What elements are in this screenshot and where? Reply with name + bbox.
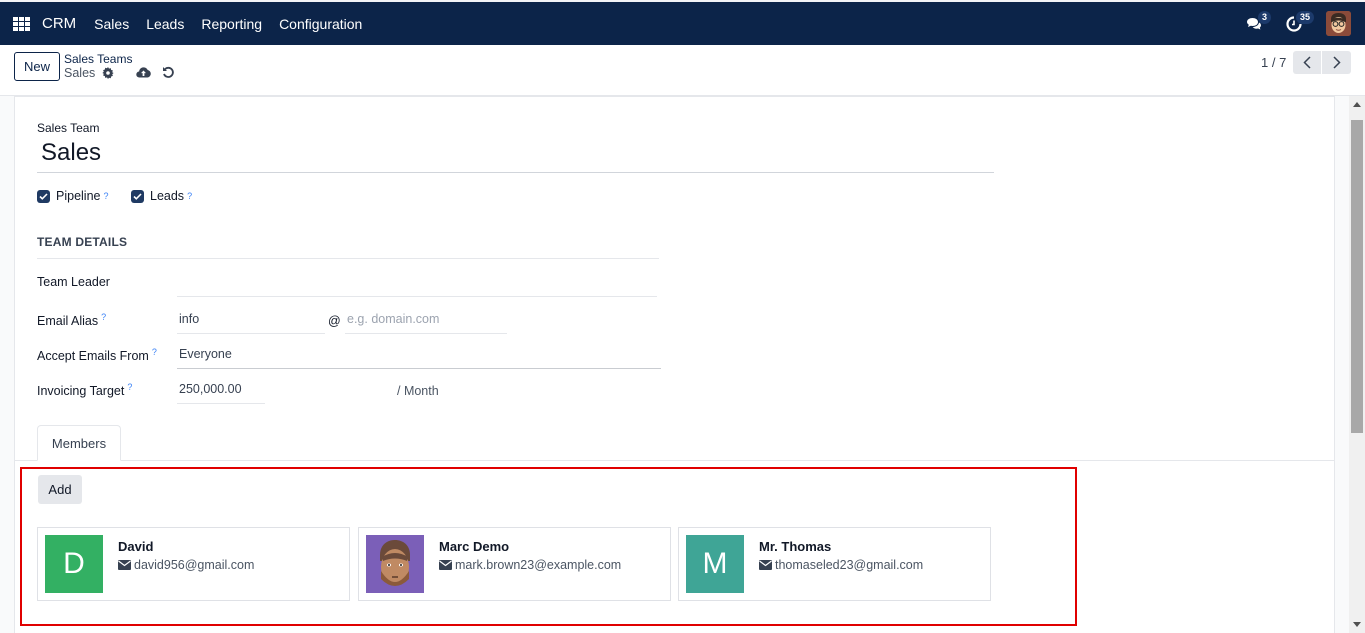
at-sign: @ (328, 314, 341, 328)
scroll-down-arrow-icon[interactable] (1353, 622, 1361, 627)
activities-badge: 35 (1296, 10, 1315, 24)
checkbox-checked-icon (37, 189, 50, 203)
add-member-button[interactable]: Add (38, 475, 82, 504)
member-name: Mr. Thomas (759, 539, 832, 554)
breadcrumb-parent[interactable]: Sales Teams (64, 52, 132, 66)
messages-badge: 3 (1258, 10, 1272, 24)
gear-icon[interactable] (102, 67, 114, 79)
envelope-icon (759, 560, 772, 570)
pipeline-label: Pipeline (56, 189, 101, 203)
pager-value[interactable]: 1 / 7 (1261, 55, 1286, 70)
vertical-scrollbar[interactable] (1349, 96, 1365, 633)
team-name-input[interactable]: Sales (37, 139, 994, 173)
team-leader-input[interactable] (177, 275, 657, 297)
pipeline-checkbox[interactable]: Pipeline? (37, 189, 109, 203)
leads-label: Leads (150, 189, 185, 203)
member-name: Marc Demo (439, 539, 510, 554)
menu-reporting[interactable]: Reporting (201, 16, 262, 32)
alias-domain-input[interactable]: e.g. domain.com (345, 312, 507, 334)
undo-icon[interactable] (162, 66, 175, 79)
help-tooltip-icon[interactable]: ? (101, 312, 106, 322)
tab-divider (15, 460, 1334, 461)
messages-button[interactable]: 3 (1246, 10, 1272, 35)
invoicing-target-label: Invoicing Target? (37, 382, 132, 398)
member-avatar: M (686, 535, 744, 593)
email-alias-label: Email Alias? (37, 312, 106, 328)
member-email: mark.brown23@example.com (439, 558, 621, 572)
team-details-section-title: TEAM DETAILS (37, 235, 659, 259)
envelope-icon (439, 560, 452, 570)
chevron-left-icon (1303, 56, 1311, 69)
accept-emails-select[interactable]: Everyone (177, 347, 661, 369)
top-navbar: CRM Sales Leads Reporting Configuration … (0, 0, 1365, 45)
name-field-label: Sales Team (37, 121, 100, 135)
help-tooltip-icon[interactable]: ? (187, 191, 192, 201)
menu-leads[interactable]: Leads (146, 16, 184, 32)
member-avatar-photo (366, 535, 424, 593)
apps-grid-icon[interactable] (13, 16, 30, 31)
help-tooltip-icon[interactable]: ? (152, 347, 157, 357)
member-email-text: mark.brown23@example.com (455, 558, 622, 572)
breadcrumb-current-label: Sales (64, 66, 96, 80)
accept-emails-label: Accept Emails From? (37, 347, 157, 363)
email-alias-input[interactable]: info (177, 312, 325, 334)
invoicing-target-label-text: Invoicing Target (37, 384, 125, 399)
invoicing-target-input[interactable]: 250,000.00 (177, 382, 265, 404)
email-alias-label-text: Email Alias (37, 314, 99, 329)
scroll-thumb[interactable] (1351, 120, 1363, 433)
control-panel: New Sales Teams Sales 1 / 7 (0, 45, 1365, 96)
tab-members[interactable]: Members (37, 425, 121, 461)
member-email: david956@gmail.com (118, 558, 254, 572)
user-avatar[interactable] (1326, 11, 1351, 36)
member-card[interactable]: Marc Demo mark.brown23@example.com (358, 527, 671, 601)
invoicing-target-suffix: / Month (397, 384, 439, 398)
scroll-up-arrow-icon[interactable] (1353, 102, 1361, 107)
accept-emails-label-text: Accept Emails From (37, 349, 149, 364)
breadcrumb-current: Sales (64, 66, 114, 80)
menu-configuration[interactable]: Configuration (279, 16, 362, 32)
pager-next-button[interactable] (1322, 51, 1351, 74)
cloud-upload-icon[interactable] (136, 66, 151, 78)
member-card[interactable]: D David david956@gmail.com (37, 527, 350, 601)
activities-button[interactable]: 35 (1286, 10, 1315, 35)
scroll-gutter (1335, 96, 1349, 633)
help-tooltip-icon[interactable]: ? (103, 191, 108, 201)
menu-sales[interactable]: Sales (94, 16, 129, 32)
new-button[interactable]: New (14, 52, 60, 81)
checkbox-checked-icon (131, 189, 144, 203)
member-card[interactable]: M Mr. Thomas thomaseled23@gmail.com (678, 527, 991, 601)
pager-previous-button[interactable] (1293, 51, 1322, 74)
app-brand[interactable]: CRM (42, 15, 76, 32)
form-sheet: Sales Team Sales Pipeline? Leads? TEAM D… (14, 96, 1335, 633)
team-leader-label: Team Leader (37, 275, 110, 289)
envelope-icon (118, 560, 131, 570)
member-name: David (118, 539, 154, 554)
member-avatar: D (45, 535, 103, 593)
member-email-text: david956@gmail.com (134, 558, 255, 572)
help-tooltip-icon[interactable]: ? (127, 382, 132, 392)
chevron-right-icon (1332, 56, 1341, 69)
leads-checkbox[interactable]: Leads? (131, 189, 192, 203)
member-email-text: thomaseled23@gmail.com (775, 558, 924, 572)
member-email: thomaseled23@gmail.com (759, 558, 923, 572)
